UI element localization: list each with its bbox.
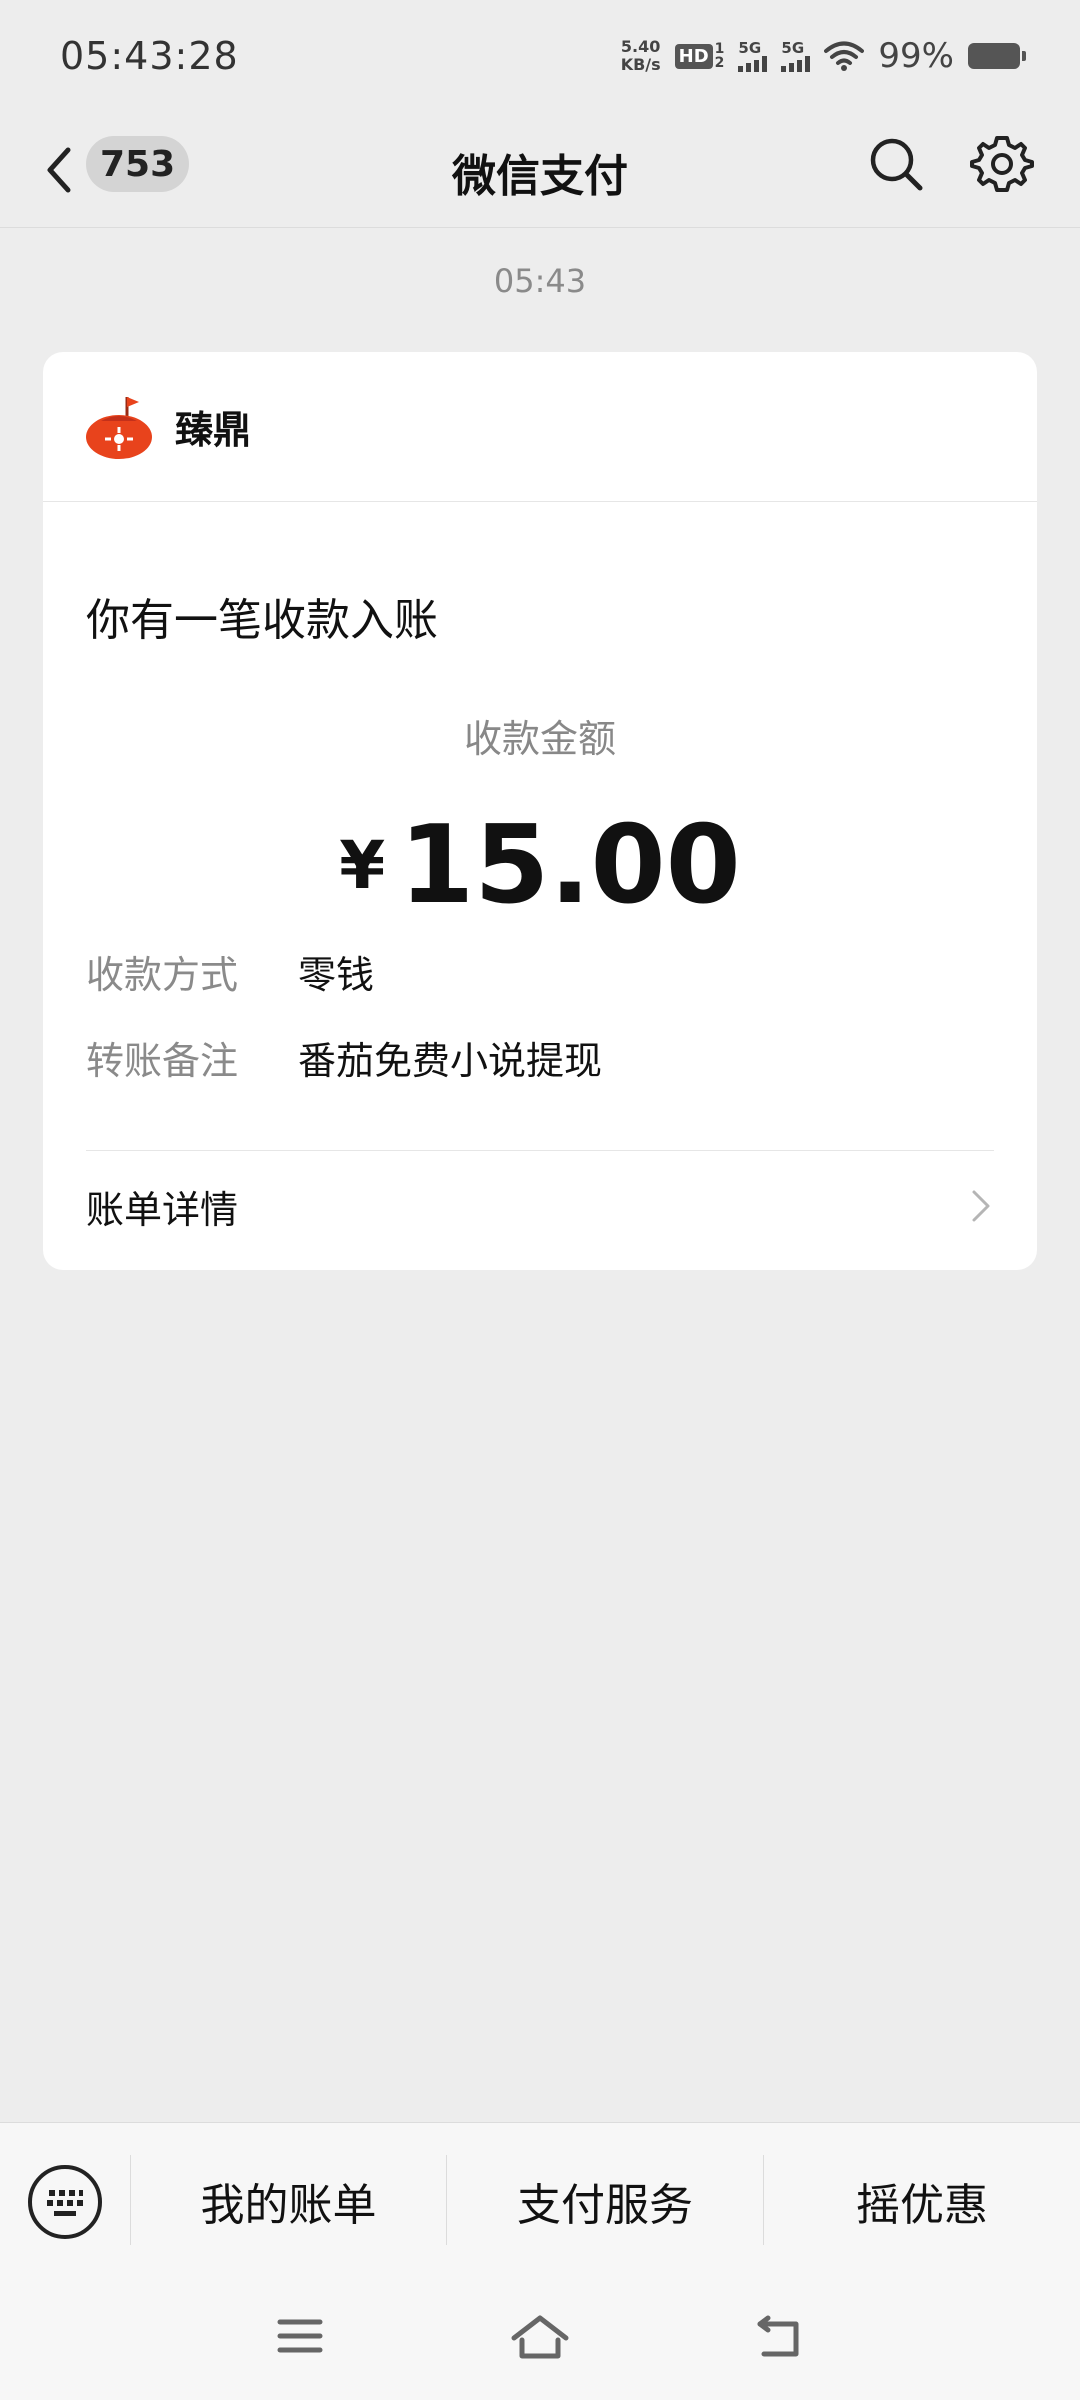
info-value: 零钱 <box>298 952 375 997</box>
menu-my-bills[interactable]: 我的账单 <box>131 2151 446 2251</box>
bill-details-link[interactable]: 账单详情 <box>86 1151 994 1261</box>
sim-2-label: 2 <box>714 55 725 71</box>
amount-label: 收款金额 <box>463 717 616 761</box>
sim-1-label: 1 <box>714 41 725 57</box>
signal-1-label: 5G <box>738 38 762 57</box>
menu-icon[interactable] <box>276 2314 324 2358</box>
payment-notification-card[interactable]: 臻鼎 你有一笔收款入账 收款金额 ¥ 15.00 收款方式 零钱 转账备注 番茄… <box>43 352 1037 1270</box>
currency-symbol: ¥ <box>339 827 386 904</box>
signal-2-label: 5G <box>781 38 805 57</box>
info-label: 转账备注 <box>86 1038 239 1083</box>
menu-payment-services[interactable]: 支付服务 <box>447 2151 763 2251</box>
network-speed-unit: KB/s <box>620 55 661 74</box>
status-bar: 05:43:28 5.40 KB/s HD 1 2 5G 5G 99% <box>0 0 1080 112</box>
info-row-transfer-note: 转账备注 番茄免费小说提现 <box>86 1014 994 1100</box>
battery-percent: 99% <box>878 36 954 76</box>
menu-shake-deals[interactable]: 摇优惠 <box>764 2151 1080 2251</box>
wifi-icon <box>824 41 865 71</box>
gear-icon[interactable] <box>970 132 1034 196</box>
sim-indicator: 1 2 <box>715 42 725 70</box>
amount-value: 15.00 <box>399 803 741 928</box>
battery-icon <box>968 43 1026 69</box>
bill-details-label: 账单详情 <box>86 1187 239 1232</box>
card-body: 你有一笔收款入账 收款金额 ¥ 15.00 收款方式 零钱 转账备注 番茄免费小… <box>43 584 1037 1261</box>
info-row-payment-method: 收款方式 零钱 <box>86 928 994 1014</box>
network-speed-value: 5.40 <box>620 37 661 56</box>
info-label: 收款方式 <box>86 952 239 997</box>
signal-icon-2: 5G <box>781 38 811 72</box>
network-speed: 5.40 KB/s <box>621 38 661 74</box>
status-icons: 5.40 KB/s HD 1 2 5G 5G 99% <box>621 36 1026 76</box>
status-time: 05:43:28 <box>60 34 239 78</box>
message-timestamp: 05:43 <box>493 262 587 300</box>
brand-logo-icon <box>86 396 152 459</box>
info-value: 番茄免费小说提现 <box>298 1038 603 1083</box>
chevron-right-icon <box>972 1190 990 1222</box>
back-nav-icon[interactable] <box>754 2314 804 2360</box>
card-header: 臻鼎 <box>43 352 1037 502</box>
home-icon[interactable] <box>510 2314 570 2362</box>
amount-display: ¥ 15.00 <box>86 803 994 928</box>
card-heading: 你有一笔收款入账 <box>86 595 438 646</box>
hd-icon: HD 1 2 <box>674 42 725 70</box>
hd-label: HD <box>674 43 713 69</box>
brand-name: 臻鼎 <box>175 408 252 452</box>
search-icon[interactable] <box>866 134 926 194</box>
signal-icon-1: 5G <box>738 38 768 72</box>
nav-bar: 753 微信支付 <box>0 112 1080 228</box>
system-nav-bar <box>0 2280 1080 2400</box>
keyboard-icon[interactable] <box>26 2163 104 2241</box>
